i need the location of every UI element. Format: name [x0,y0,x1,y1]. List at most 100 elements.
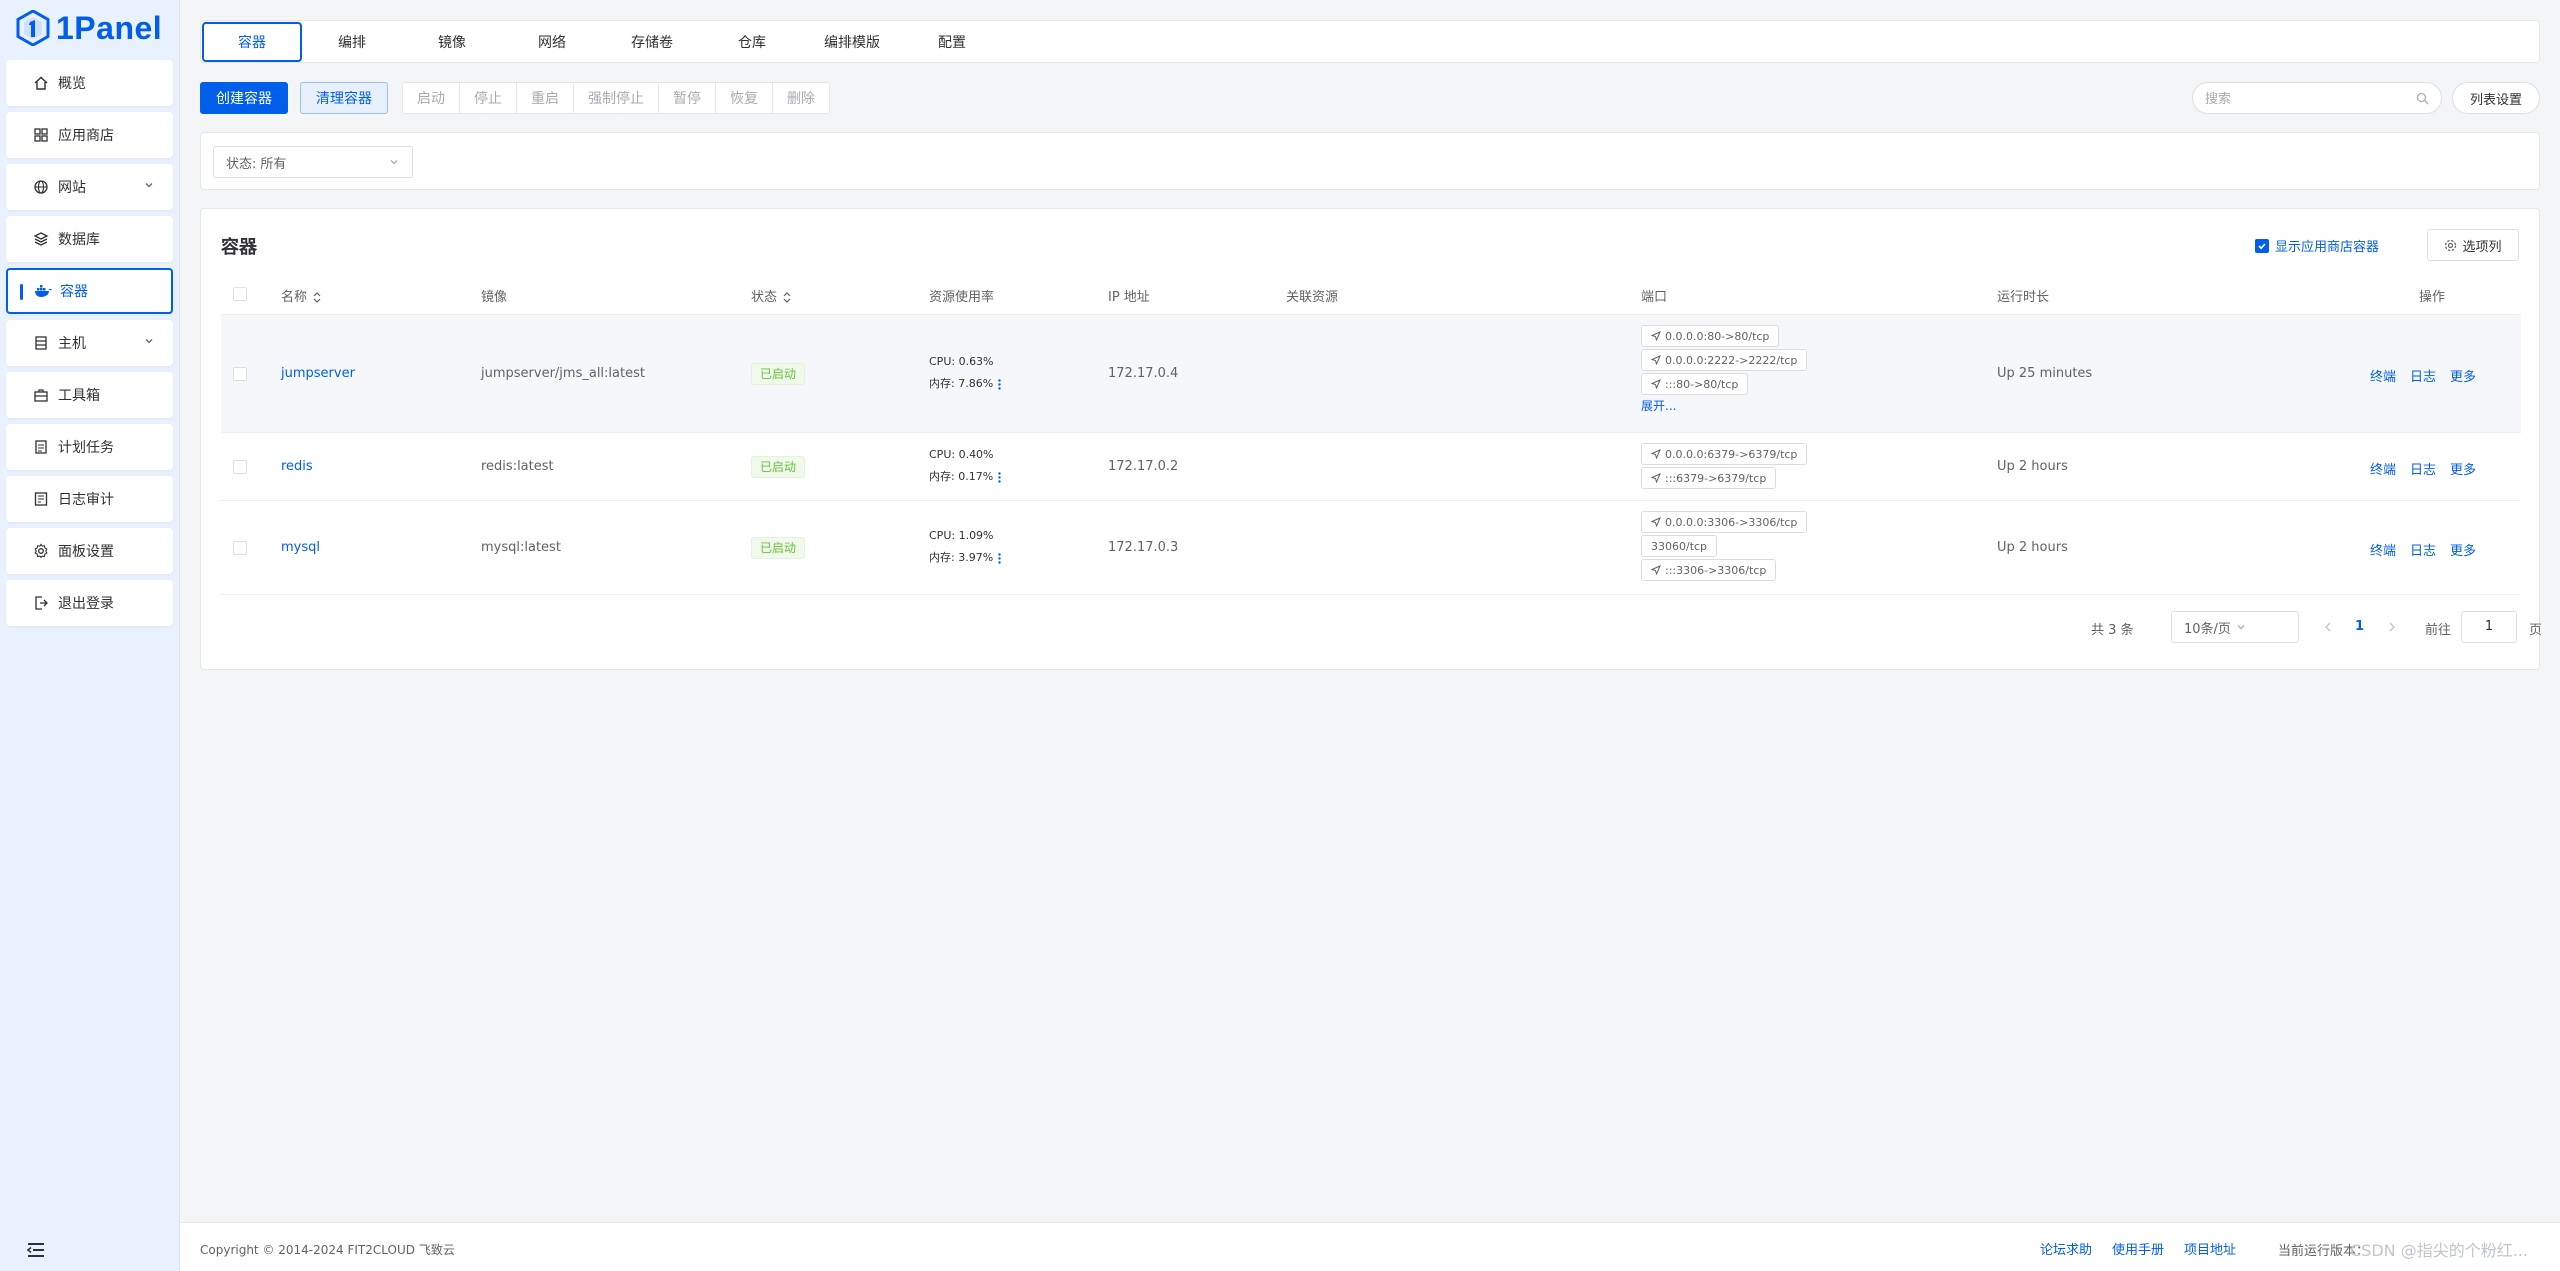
send-icon [1651,379,1661,389]
header-ports: 端口 [1641,290,1668,305]
collapse-menu-icon[interactable] [26,1241,46,1259]
goto-page-input[interactable]: 1 [2461,611,2517,643]
restart-button[interactable]: 重启 [517,83,574,113]
page-number-current[interactable]: 1 [2355,619,2364,634]
row-checkbox[interactable] [233,367,247,381]
tab-network[interactable]: 网络 [502,22,602,62]
sort-icon[interactable] [313,292,321,303]
terminal-link[interactable]: 终端 [2370,463,2396,478]
port-tag[interactable]: :::80->80/tcp [1641,373,1749,395]
sidebar-item-logout[interactable]: 退出登录 [6,580,173,626]
more-link[interactable]: 更多 [2450,544,2476,559]
expand-ports-link[interactable]: 展开... [1641,397,1807,414]
container-image: redis:latest [481,459,554,474]
checkbox-checked-icon[interactable] [2255,238,2269,253]
tab-compose[interactable]: 编排 [302,22,402,62]
tab-volume[interactable]: 存储卷 [602,22,702,62]
column-options-button[interactable]: 选项列 [2427,229,2519,261]
more-vertical-icon[interactable] [998,471,1001,483]
search-icon[interactable] [2416,92,2429,105]
logs-link[interactable]: 日志 [2410,544,2436,559]
tab-image[interactable]: 镜像 [402,22,502,62]
status-filter-select[interactable]: 状态: 所有 [213,146,413,178]
status-badge[interactable]: 已启动 [751,456,806,478]
row-checkbox[interactable] [233,541,247,555]
sidebar-item-label: 容器 [60,284,88,300]
force-stop-button[interactable]: 强制停止 [574,83,659,113]
port-tag[interactable]: 33060/tcp [1641,535,1718,557]
terminal-link[interactable]: 终端 [2370,370,2396,385]
sidebar-item-website[interactable]: 网站 [6,164,173,210]
logs-link[interactable]: 日志 [2410,463,2436,478]
table-header: 名称 镜像 状态 资源使用率 IP 地址 关联资源 端口 运行时长 操作 [221,273,2521,315]
row-checkbox[interactable] [233,460,247,474]
sidebar-item-app-store[interactable]: 应用商店 [6,112,173,158]
header-resource: 资源使用率 [929,290,995,305]
status-badge[interactable]: 已启动 [751,363,806,385]
show-store-containers-checkbox[interactable]: 显示应用商店容器 [2255,236,2379,255]
ip-address: 172.17.0.2 [1108,459,1179,474]
status-badge[interactable]: 已启动 [751,537,806,559]
sidebar-item-settings[interactable]: 面板设置 [6,528,173,574]
port-tag[interactable]: 0.0.0.0:2222->2222/tcp [1641,349,1808,371]
sort-icon[interactable] [783,292,791,303]
app-name: 1Panel [56,9,163,46]
sidebar-item-host[interactable]: 主机 [6,320,173,366]
sidebar-item-label: 计划任务 [58,440,114,456]
page-size-value: 10条/页 [2184,621,2231,637]
sidebar-item-container[interactable]: 容器 [6,268,173,314]
header-status[interactable]: 状态 [751,286,791,305]
port-tag[interactable]: 0.0.0.0:6379->6379/tcp [1641,443,1808,465]
filter-bar: 状态: 所有 [200,132,2540,190]
more-link[interactable]: 更多 [2450,370,2476,385]
sidebar-item-database[interactable]: 数据库 [6,216,173,262]
select-all-checkbox[interactable] [233,287,247,301]
table-row: redis redis:latest 已启动 CPU: 0.40% 内存: 0.… [221,433,2521,501]
container-name-link[interactable]: jumpserver [281,366,355,381]
prev-page-icon[interactable] [2323,621,2333,633]
terminal-link[interactable]: 终端 [2370,544,2396,559]
prune-container-button[interactable]: 清理容器 [300,82,388,114]
list-settings-button[interactable]: 列表设置 [2452,82,2540,114]
container-name-link[interactable]: mysql [281,540,320,555]
page-size-select[interactable]: 10条/页 [2171,611,2299,643]
tab-repo[interactable]: 仓库 [702,22,802,62]
next-page-icon[interactable] [2387,621,2397,633]
header-name[interactable]: 名称 [281,286,321,305]
tab-compose-template[interactable]: 编排模版 [802,22,902,62]
project-link[interactable]: 项目地址 [2184,1239,2236,1258]
sidebar-item-overview[interactable]: 概览 [6,60,173,106]
port-tag[interactable]: 0.0.0.0:3306->3306/tcp [1641,511,1808,533]
more-vertical-icon[interactable] [998,378,1001,390]
more-vertical-icon[interactable] [998,552,1001,564]
manual-link[interactable]: 使用手册 [2112,1239,2164,1258]
stop-button[interactable]: 停止 [460,83,517,113]
sidebar-item-toolbox[interactable]: 工具箱 [6,372,173,418]
pause-button[interactable]: 暂停 [659,83,716,113]
logo[interactable]: 1Panel [0,0,179,56]
port-tag[interactable]: :::3306->3306/tcp [1641,559,1777,581]
logs-link[interactable]: 日志 [2410,370,2436,385]
port-tag[interactable]: :::6379->6379/tcp [1641,467,1777,489]
delete-button[interactable]: 删除 [773,83,829,113]
start-button[interactable]: 启动 [403,83,460,113]
tab-container[interactable]: 容器 [202,21,302,62]
more-link[interactable]: 更多 [2450,463,2476,478]
sidebar-item-logs[interactable]: 日志审计 [6,476,173,522]
port-tag[interactable]: 0.0.0.0:80->80/tcp [1641,325,1780,347]
mem-usage: 内存: 7.86% [929,377,994,390]
ip-address: 172.17.0.4 [1108,366,1179,381]
search-input[interactable] [2205,90,2416,106]
create-container-button[interactable]: 创建容器 [200,82,288,114]
sidebar-item-cron[interactable]: 计划任务 [6,424,173,470]
tab-config[interactable]: 配置 [902,22,1002,62]
header-uptime: 运行时长 [1997,290,2050,305]
table-row: mysql mysql:latest 已启动 CPU: 1.09% 内存: 3.… [221,501,2521,595]
container-name-link[interactable]: redis [281,459,313,474]
forum-link[interactable]: 论坛求助 [2040,1239,2092,1258]
footer: Copyright © 2014-2024 FIT2CLOUD 飞致云 论坛求助… [180,1222,2560,1271]
resume-button[interactable]: 恢复 [716,83,773,113]
mem-usage-line: 内存: 3.97% [929,547,1001,569]
goto-label: 前往 [2425,623,2452,638]
toolbox-icon [32,386,50,404]
